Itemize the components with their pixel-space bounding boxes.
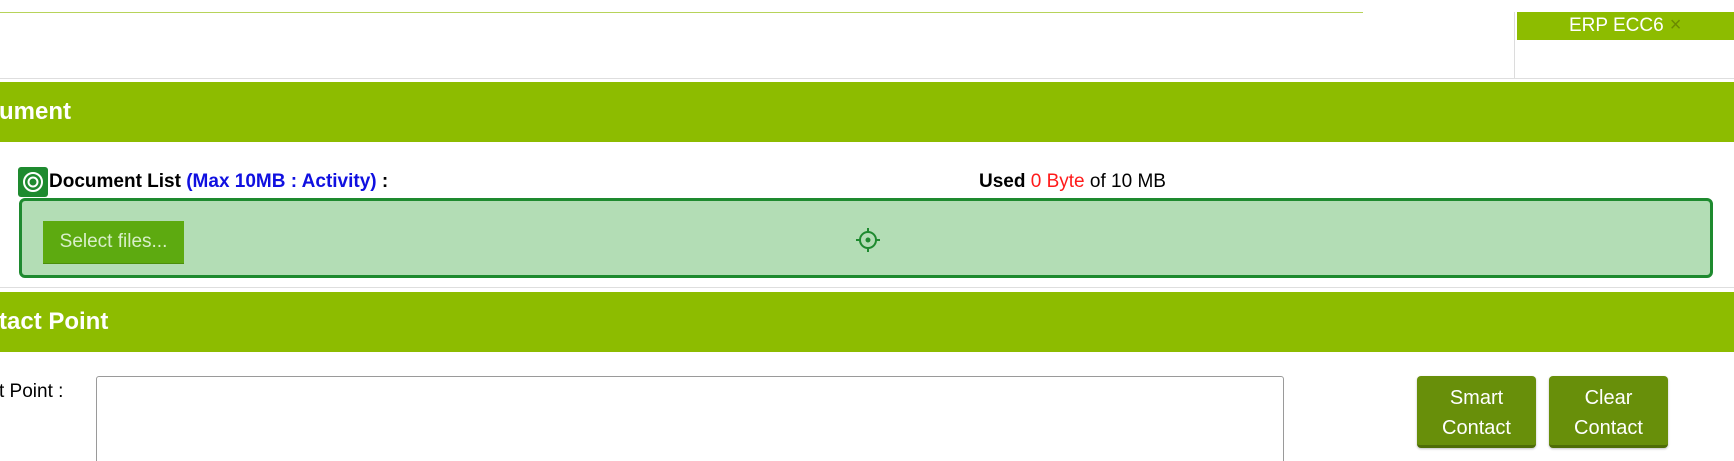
used-label: Used bbox=[979, 171, 1026, 192]
crosshair-target-icon bbox=[856, 228, 880, 257]
max-size-info: (Max 10MB : Activity) bbox=[186, 171, 377, 192]
document-section-header: ument bbox=[0, 82, 1734, 142]
section-divider bbox=[0, 287, 1734, 288]
document-section-title: ument bbox=[0, 98, 71, 125]
section-divider bbox=[0, 78, 1734, 79]
file-dropzone[interactable]: Select files... bbox=[19, 198, 1713, 278]
contact-section-header: tact Point bbox=[0, 292, 1734, 352]
select-files-button[interactable]: Select files... bbox=[43, 221, 184, 264]
smart-contact-line1: Smart bbox=[1449, 387, 1504, 409]
contact-section-title: tact Point bbox=[0, 308, 109, 335]
contact-point-textarea[interactable] bbox=[96, 376, 1284, 461]
clear-contact-line2: Contact bbox=[1574, 417, 1643, 439]
target-circle-icon bbox=[18, 167, 48, 197]
close-icon[interactable]: × bbox=[1670, 14, 1682, 36]
document-list-text: Document List bbox=[49, 171, 181, 192]
tab-panel: ERP ECC6 × bbox=[1514, 12, 1734, 79]
smart-contact-line2: Contact bbox=[1442, 417, 1511, 439]
top-divider bbox=[0, 12, 1363, 13]
document-list-label: Document List (Max 10MB : Activity) : bbox=[49, 171, 388, 193]
page: ERP ECC6 × ument Document List (Max 10MB … bbox=[0, 0, 1734, 461]
tab-label: ERP ECC6 bbox=[1569, 15, 1664, 36]
label-colon: : bbox=[381, 171, 389, 192]
used-value: 0 Byte bbox=[1030, 171, 1085, 192]
smart-contact-button[interactable]: Smart Contact bbox=[1417, 376, 1536, 448]
storage-usage: Used 0 Byte of 10 MB bbox=[979, 171, 1166, 193]
clear-contact-line1: Clear bbox=[1584, 387, 1633, 409]
clear-contact-button[interactable]: Clear Contact bbox=[1549, 376, 1668, 448]
used-suffix: of 10 MB bbox=[1089, 171, 1166, 192]
contact-point-label: t Point : bbox=[0, 381, 64, 402]
tab-erp-ecc6[interactable]: ERP ECC6 × bbox=[1517, 12, 1734, 40]
